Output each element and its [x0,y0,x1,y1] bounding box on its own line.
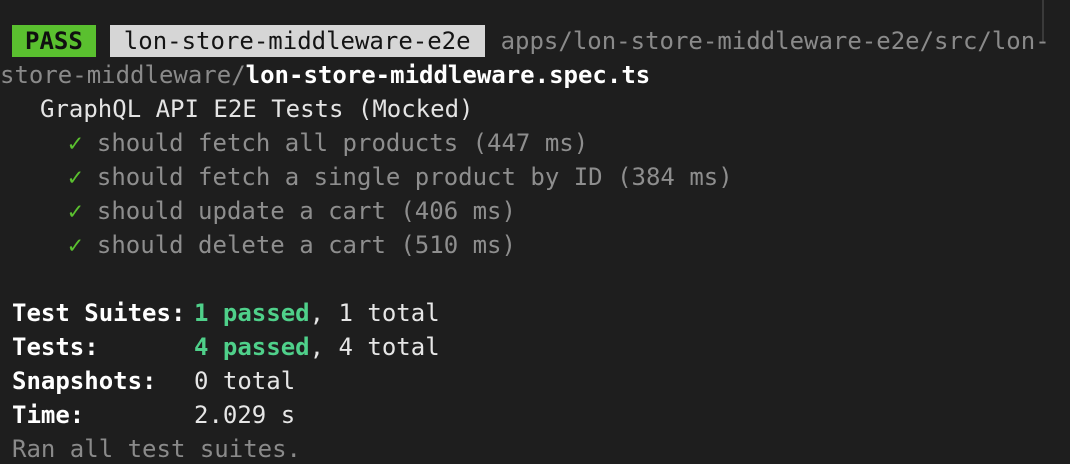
summary-time-label: Time: [12,401,85,429]
summary-suites-label: Test Suites: [12,299,186,327]
check-icon: ✓ [68,231,83,259]
summary-suites-line: Test Suites: 1 passed, 1 total [12,296,440,330]
check-icon: ✓ [68,129,83,157]
spec-path-prefix: apps/lon-store-middleware-e2e/src/lon- [500,27,1050,55]
result-header-line: PASS lon-store-middleware-e2e apps/lon-sto… [12,24,1050,58]
summary-suites-passed: 1 passed [194,299,310,327]
check-icon: ✓ [68,163,83,191]
check-icon: ✓ [68,197,83,225]
summary-tests-line: Tests: 4 passed, 4 total [12,330,440,364]
test-name: should fetch all products (447 ms) [96,129,589,157]
summary-tests-label: Tests: [12,333,99,361]
test-name: should update a cart (406 ms) [96,197,516,225]
run-footer: Ran all test suites. [12,435,301,463]
summary-tests-total: , 4 total [309,333,440,361]
test-result-row: ✓ should fetch all products (447 ms) [68,126,588,160]
spec-file-name: lon-store-middleware.spec.ts [245,61,651,89]
summary-snapshots-label: Snapshots: [12,367,157,395]
summary-time-value: 2.029 s [194,401,296,429]
terminal-window[interactable]: PASS lon-store-middleware-e2e apps/lon-sto… [0,0,1070,464]
test-result-row: ✓ should delete a cart (510 ms) [68,228,516,262]
spec-path-continued: store-middleware/ [0,61,246,89]
test-name: should fetch a single product by ID (384… [96,163,733,191]
spec-path-line: store-middleware/lon-store-middleware.sp… [0,58,650,92]
summary-tests-passed: 4 passed [194,333,310,361]
project-badge: lon-store-middleware-e2e [109,25,485,57]
test-result-row: ✓ should update a cart (406 ms) [68,194,516,228]
test-name: should delete a cart (510 ms) [96,231,516,259]
test-result-row: ✓ should fetch a single product by ID (3… [68,160,733,194]
summary-time-line: Time: 2.029 s [12,398,295,432]
summary-snapshots-line: Snapshots: 0 total [12,364,295,398]
pass-badge: PASS [12,25,96,57]
summary-suites-total: , 1 total [309,299,440,327]
suite-title: GraphQL API E2E Tests (Mocked) [40,95,474,123]
summary-snapshots-value: 0 total [194,367,296,395]
